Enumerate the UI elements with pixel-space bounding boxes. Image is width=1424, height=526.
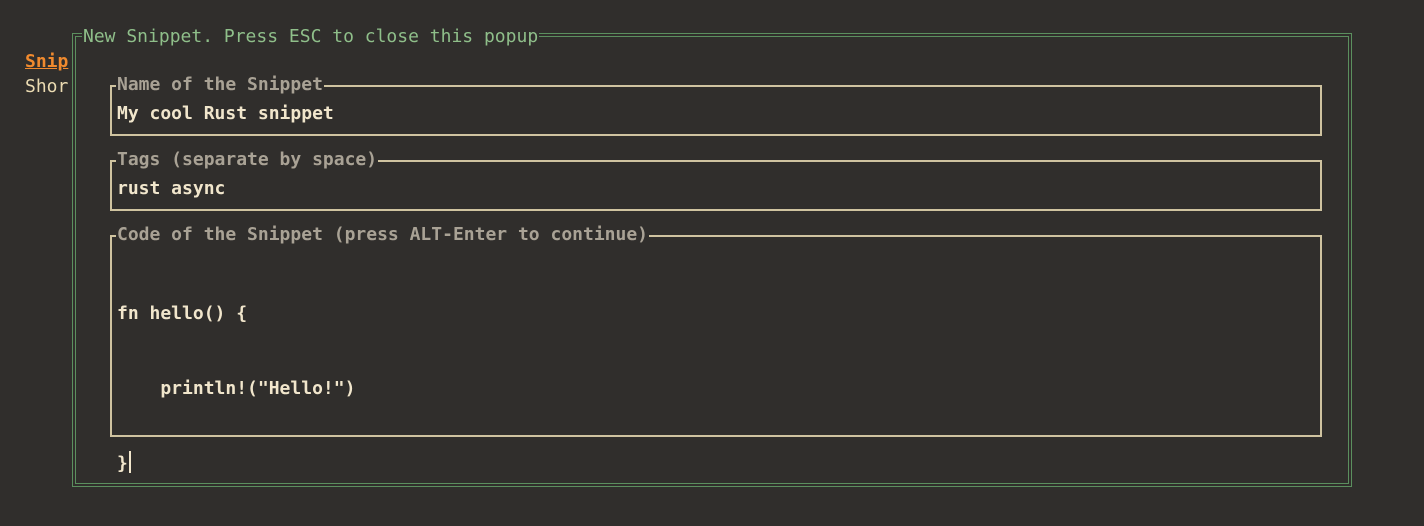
shortcut-label: Shor — [25, 76, 69, 97]
code-line: } — [117, 453, 128, 474]
snippets-tab[interactable]: Snip — [25, 52, 68, 72]
snippet-tags-input[interactable]: rust async — [117, 176, 1314, 201]
new-snippet-popup: New Snippet. Press ESC to close this pop… — [72, 27, 1352, 487]
text-cursor — [128, 451, 131, 473]
snippet-name-input[interactable]: My cool Rust snippet — [117, 101, 1314, 126]
snippet-name-field[interactable]: Name of the Snippet My cool Rust snippet — [110, 74, 1322, 136]
snippet-tags-field[interactable]: Tags (separate by space) rust async — [110, 149, 1322, 211]
popup-title: New Snippet. Press ESC to close this pop… — [82, 26, 540, 47]
code-line-last: } — [117, 451, 1314, 476]
code-line: fn hello() { — [117, 303, 248, 324]
snippet-tags-label: Tags (separate by space) — [116, 149, 379, 171]
code-line: println!("Hello!") — [117, 378, 356, 399]
snippet-code-field[interactable]: Code of the Snippet (press ALT-Enter to … — [110, 224, 1322, 474]
snippet-code-editor[interactable]: fn hello() { println!("Hello!") } — [117, 251, 1314, 526]
snippet-name-label: Name of the Snippet — [116, 74, 324, 96]
snippet-code-label: Code of the Snippet (press ALT-Enter to … — [116, 224, 650, 246]
